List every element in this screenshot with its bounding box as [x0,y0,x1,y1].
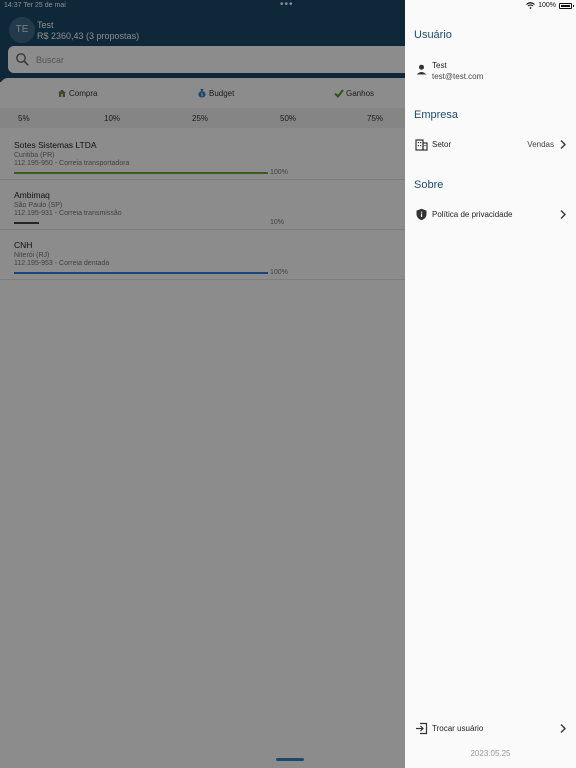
setor-label: Setor [432,140,452,149]
user-email: test@test.com [432,72,484,81]
app-version: 2023.05.25 [470,749,511,758]
setor-value: Vendas [527,140,554,149]
battery-icon [559,2,574,9]
switch-user-row[interactable]: Trocar usuário [405,716,576,742]
building-icon [415,139,428,151]
section-title-sobre: Sobre [414,179,444,191]
user-info-row: Test test@test.com [405,57,576,83]
person-icon [416,64,427,75]
setor-row[interactable]: Setor Vendas [405,132,576,158]
side-drawer: 100% Usuário Test test@test.com Empresa … [405,0,576,768]
user-name: Test [432,61,447,70]
shield-icon [416,208,427,221]
logout-icon [416,722,428,735]
wifi-icon [526,2,535,9]
home-indicator[interactable] [276,758,304,761]
chevron-right-icon [560,140,566,149]
status-right: 100% [526,2,574,9]
section-title-empresa: Empresa [414,109,459,121]
section-title-usuario: Usuário [414,29,452,41]
chevron-right-icon [560,724,566,733]
battery-percent: 100% [538,2,556,9]
privacy-policy-label: Política de privacidade [432,210,513,219]
chevron-right-icon [560,210,566,219]
switch-user-label: Trocar usuário [432,724,484,733]
privacy-policy-row[interactable]: Política de privacidade [405,202,576,228]
